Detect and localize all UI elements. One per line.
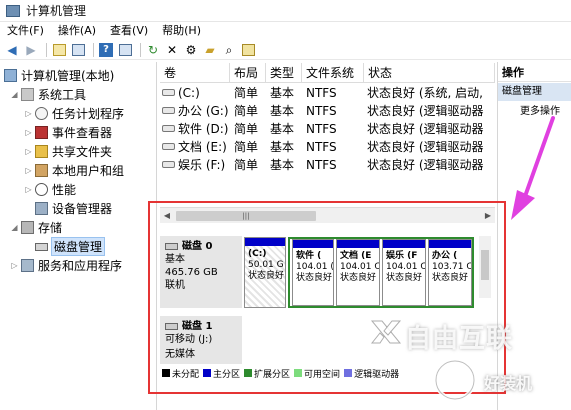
menu-view[interactable]: 查看(V) bbox=[103, 22, 155, 40]
refresh-icon[interactable]: ↻ bbox=[145, 42, 161, 58]
computer-management-icon bbox=[6, 4, 20, 17]
horizontal-scrollbar[interactable]: ◀ ||| ▶ bbox=[160, 207, 495, 223]
disk-0-label[interactable]: 磁盘 0 基本 465.76 GB 联机 bbox=[160, 236, 242, 308]
menu-bar: 文件(F) 操作(A) 查看(V) 帮助(H) bbox=[0, 22, 571, 40]
tree-item-services-apps[interactable]: ▷ 服务和应用程序 bbox=[10, 256, 122, 275]
services-icon bbox=[21, 259, 34, 272]
menu-action[interactable]: 操作(A) bbox=[51, 22, 103, 40]
disk-1-label[interactable]: 磁盘 1 可移动 (J:) 无媒体 bbox=[160, 316, 242, 364]
expand-arrow-icon[interactable]: ▷ bbox=[24, 185, 33, 194]
back-icon[interactable]: ◀ bbox=[4, 42, 20, 58]
expand-arrow-icon[interactable]: ▷ bbox=[24, 128, 33, 137]
expand-arrow-icon[interactable]: ▷ bbox=[10, 261, 19, 270]
column-header-filesystem[interactable]: 文件系统 bbox=[302, 63, 364, 83]
volume-row[interactable]: 娱乐 (F:) 简单 基本 NTFS 状态良好 (逻辑驱动器 bbox=[160, 156, 495, 174]
export-icon[interactable] bbox=[240, 42, 256, 58]
menu-file[interactable]: 文件(F) bbox=[0, 22, 51, 40]
device-manager-icon bbox=[35, 202, 48, 215]
volume-row[interactable]: (C:) 简单 基本 NTFS 状态良好 (系统, 启动, bbox=[160, 84, 495, 102]
navigation-tree: 计算机管理(本地) ◢ 系统工具 ▷ 任务计划程序 ▷ 事件查看器 ▷ 共享文件… bbox=[2, 62, 157, 410]
tree-item-root[interactable]: 计算机管理(本地) bbox=[4, 66, 114, 85]
menu-help[interactable]: 帮助(H) bbox=[155, 22, 208, 40]
settings-icon[interactable]: ⚙ bbox=[183, 42, 199, 58]
scrollbar-thumb[interactable] bbox=[481, 250, 489, 280]
partition-c[interactable]: (C:) 50.01 G 状态良好 bbox=[244, 237, 286, 308]
expand-arrow-icon[interactable]: ▷ bbox=[24, 166, 33, 175]
column-header-volume[interactable]: 卷 bbox=[160, 63, 230, 83]
open-folder-icon[interactable]: ▰ bbox=[202, 42, 218, 58]
toolbar-separator bbox=[140, 42, 141, 57]
computer-icon bbox=[4, 69, 17, 82]
tree-item-event-viewer[interactable]: ▷ 事件查看器 bbox=[24, 123, 112, 142]
toolbar-separator bbox=[46, 42, 47, 57]
performance-icon bbox=[35, 183, 48, 196]
partition-e[interactable]: 文档 (E 104.01 C 状态良好 bbox=[336, 239, 380, 306]
properties-icon[interactable] bbox=[117, 42, 133, 58]
volume-icon bbox=[162, 125, 175, 132]
tree-item-shared-folders[interactable]: ▷ 共享文件夹 bbox=[24, 142, 112, 161]
disk-icon bbox=[165, 243, 178, 250]
legend-swatch-primary bbox=[203, 369, 212, 377]
tree-item-task-scheduler[interactable]: ▷ 任务计划程序 bbox=[24, 104, 124, 123]
actions-current-section[interactable]: 磁盘管理 bbox=[498, 83, 571, 101]
tree-item-local-users[interactable]: ▷ 本地用户和组 bbox=[24, 161, 124, 180]
disk-view-scrollbar[interactable] bbox=[479, 236, 491, 298]
window-title: 计算机管理 bbox=[26, 4, 87, 18]
toolbar-separator bbox=[93, 42, 94, 57]
partition-f[interactable]: 娱乐 (F 104.01 C 状态良好 bbox=[382, 239, 426, 306]
expand-arrow-icon[interactable]: ▷ bbox=[24, 109, 33, 118]
volume-icon bbox=[162, 161, 175, 168]
legend-swatch-extended bbox=[244, 369, 253, 377]
users-icon bbox=[35, 164, 48, 177]
legend-swatch-free-space bbox=[294, 369, 303, 377]
up-icon[interactable] bbox=[51, 42, 67, 58]
tree-item-performance[interactable]: ▷ 性能 bbox=[24, 180, 76, 199]
disk-management-icon bbox=[35, 242, 48, 251]
column-header-type[interactable]: 类型 bbox=[266, 63, 302, 83]
tree-item-disk-management[interactable]: 磁盘管理 bbox=[35, 237, 106, 256]
toolbar: ◀ ▶ ? ↻ ✕ ⚙ ▰ ⌕ bbox=[0, 40, 571, 60]
column-header-status[interactable]: 状态 bbox=[364, 63, 495, 83]
legend-swatch-logical-drive bbox=[344, 369, 353, 377]
actions-header: 操作 bbox=[498, 64, 571, 82]
tools-icon bbox=[21, 88, 34, 101]
delete-icon[interactable]: ✕ bbox=[164, 42, 180, 58]
storage-icon bbox=[21, 221, 34, 234]
tree-item-system-tools[interactable]: ◢ 系统工具 bbox=[10, 85, 86, 104]
annotation-arrow-icon bbox=[511, 116, 555, 220]
event-viewer-icon bbox=[35, 126, 48, 139]
title-bar: 计算机管理 bbox=[0, 0, 571, 22]
scroll-right-icon[interactable]: ▶ bbox=[481, 208, 495, 224]
volume-icon bbox=[162, 89, 175, 96]
legend-swatch-unallocated bbox=[162, 369, 170, 377]
disk-icon bbox=[165, 323, 178, 330]
volume-row[interactable]: 文档 (E:) 简单 基本 NTFS 状态良好 (逻辑驱动器 bbox=[160, 138, 495, 156]
show-hide-tree-icon[interactable] bbox=[70, 42, 86, 58]
collapse-arrow-icon[interactable]: ◢ bbox=[10, 90, 19, 99]
partition-g[interactable]: 办公 ( 103.71 C 状态良好 bbox=[428, 239, 472, 306]
forward-icon[interactable]: ▶ bbox=[23, 42, 39, 58]
volume-row[interactable]: 办公 (G:) 简单 基本 NTFS 状态良好 (逻辑驱动器 bbox=[160, 102, 495, 120]
partition-d[interactable]: 软件 ( 104.01 ( 状态良好 bbox=[292, 239, 334, 306]
volume-row[interactable]: 软件 (D:) 简单 基本 NTFS 状态良好 (逻辑驱动器 bbox=[160, 120, 495, 138]
volume-icon bbox=[162, 143, 175, 150]
collapse-arrow-icon[interactable]: ◢ bbox=[10, 223, 19, 232]
volume-icon bbox=[162, 107, 175, 114]
tree-item-device-manager[interactable]: 设备管理器 bbox=[35, 199, 112, 218]
shared-folder-icon bbox=[35, 145, 48, 158]
scrollbar-thumb[interactable]: ||| bbox=[176, 211, 316, 221]
expand-arrow-icon[interactable]: ▷ bbox=[24, 147, 33, 156]
help-icon[interactable]: ? bbox=[98, 42, 114, 58]
tree-item-storage[interactable]: ◢ 存储 bbox=[10, 218, 62, 237]
search-icon[interactable]: ⌕ bbox=[221, 42, 237, 58]
column-header-layout[interactable]: 布局 bbox=[230, 63, 266, 83]
legend: 未分配 主分区 扩展分区 可用空间 逻辑驱动器 bbox=[162, 366, 399, 380]
clock-icon bbox=[35, 107, 48, 120]
scroll-left-icon[interactable]: ◀ bbox=[160, 208, 174, 224]
